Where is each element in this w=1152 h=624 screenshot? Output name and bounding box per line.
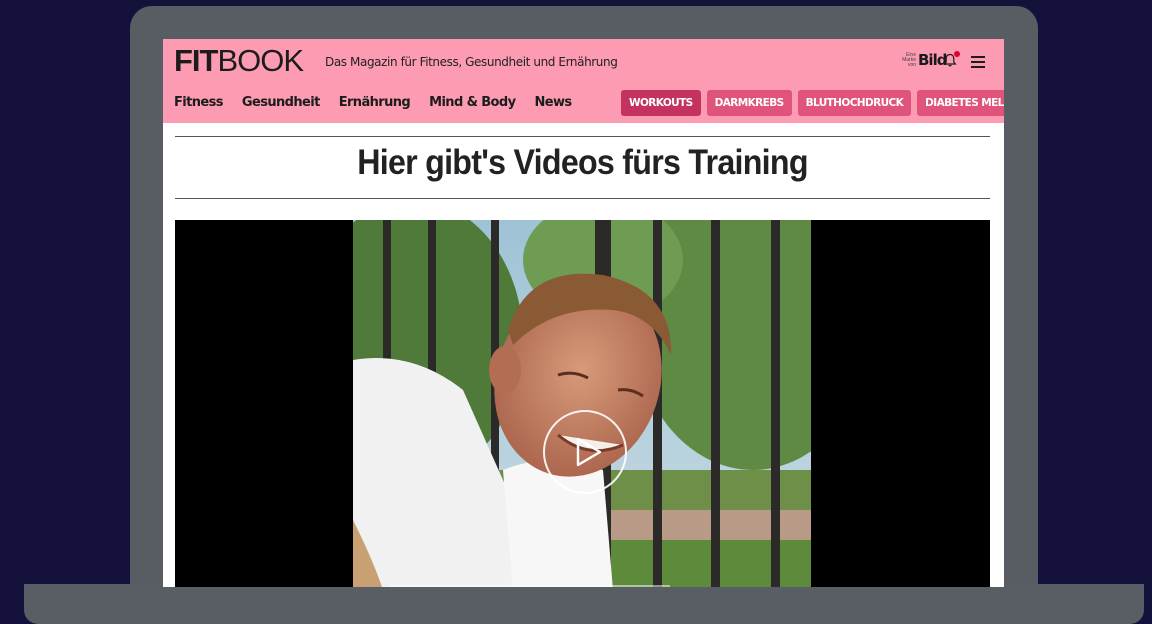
nav-item-news[interactable]: News: [534, 95, 572, 110]
nav-item-gesundheit[interactable]: Gesundheit: [242, 95, 320, 110]
title-rule-top: [175, 136, 990, 137]
topic-diabetes[interactable]: DIABETES MELLITUS TYP 2: [917, 90, 1004, 116]
site-header: FITBOOK Das Magazin für Fitness, Gesundh…: [163, 39, 1004, 123]
topic-darmkrebs[interactable]: DARMKREBS: [706, 90, 792, 116]
topic-pills: WORKOUTS DARMKREBS BLUTHOCHDRUCK DIABETE…: [621, 90, 1004, 116]
bild-brand[interactable]: Eine Marke von Bild: [896, 51, 947, 69]
video-player[interactable]: [175, 220, 990, 587]
fitbook-logo[interactable]: FITBOOK: [174, 43, 305, 78]
page-title: Hier gibt's Videos fürs Training: [357, 143, 808, 182]
logo-bold: FIT: [174, 43, 218, 78]
topic-workouts[interactable]: WORKOUTS: [621, 90, 701, 116]
nav-item-ernaehrung[interactable]: Ernährung: [339, 95, 411, 110]
brand-small-text: Eine Marke von: [902, 51, 916, 68]
nav-item-mind-body[interactable]: Mind & Body: [429, 95, 516, 110]
laptop-base: [24, 584, 1144, 624]
site-tagline: Das Magazin für Fitness, Gesundheit und …: [325, 55, 618, 69]
hamburger-menu-icon[interactable]: [971, 56, 985, 68]
notification-dot: [954, 51, 960, 57]
logo-light: BOOK: [217, 43, 305, 78]
video-thumbnail: [353, 220, 811, 587]
topic-bluthochdruck[interactable]: BLUTHOCHDRUCK: [797, 90, 912, 116]
play-button[interactable]: [543, 410, 627, 494]
play-icon: [576, 437, 602, 467]
video-progress-bar[interactable]: [390, 585, 670, 587]
title-rule-bottom: [175, 198, 990, 199]
main-nav: Fitness Gesundheit Ernährung Mind & Body…: [174, 95, 572, 110]
browser-viewport: FITBOOK Das Magazin für Fitness, Gesundh…: [163, 39, 1004, 587]
nav-item-fitness[interactable]: Fitness: [174, 95, 224, 110]
